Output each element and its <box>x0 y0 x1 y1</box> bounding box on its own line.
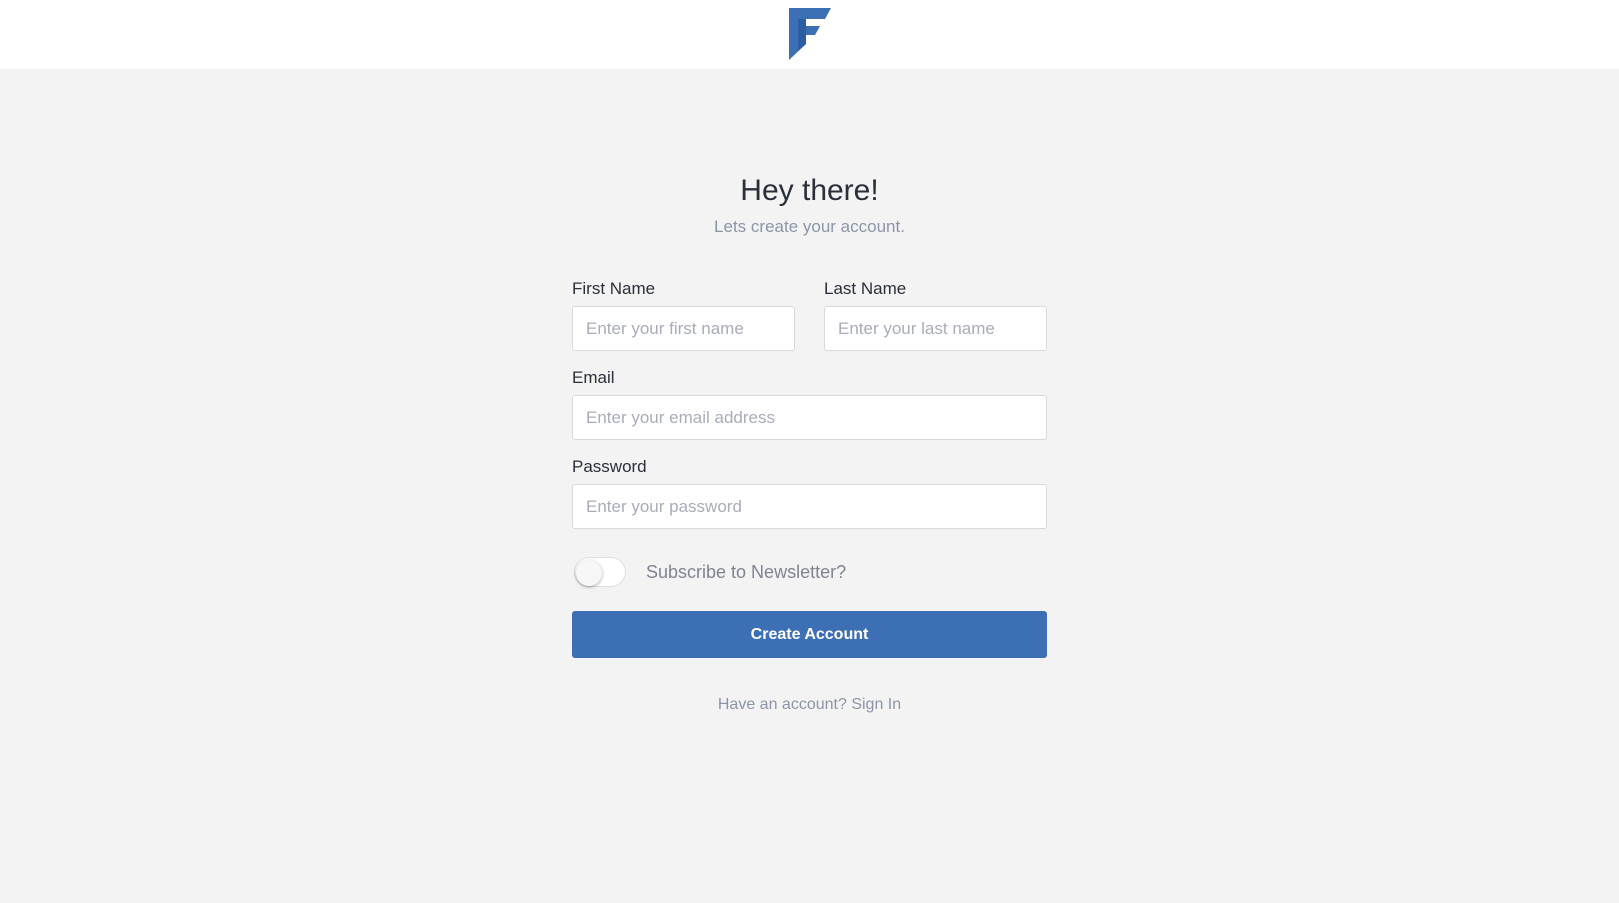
newsletter-row: Subscribe to Newsletter? <box>572 555 1047 589</box>
last-name-group: Last Name <box>824 278 1047 351</box>
toggle-knob <box>576 560 602 586</box>
sign-in-prompt: Have an account? Sign In <box>572 696 1047 714</box>
top-bar <box>0 0 1619 69</box>
last-name-input[interactable] <box>824 306 1047 351</box>
email-input[interactable] <box>572 395 1047 440</box>
page-title: Hey there! <box>740 174 879 207</box>
signup-form: First Name Last Name Email Password Subs… <box>572 278 1047 714</box>
sign-in-link[interactable]: Sign In <box>851 696 901 713</box>
create-account-button[interactable]: Create Account <box>572 611 1047 658</box>
brand-logo-icon[interactable] <box>789 8 831 60</box>
have-account-text: Have an account? <box>717 696 847 713</box>
password-label: Password <box>572 457 647 476</box>
password-input[interactable] <box>572 484 1047 529</box>
first-name-group: First Name <box>572 278 795 351</box>
newsletter-toggle[interactable] <box>574 557 626 587</box>
first-name-label: First Name <box>572 279 656 298</box>
email-label: Email <box>572 368 615 387</box>
name-row: First Name Last Name <box>572 278 1047 351</box>
newsletter-label: Subscribe to Newsletter? <box>646 561 847 582</box>
email-group: Email <box>572 367 1047 440</box>
password-group: Password <box>572 456 1047 529</box>
signup-panel: Hey there! Lets create your account. Fir… <box>572 170 1047 713</box>
first-name-input[interactable] <box>572 306 795 351</box>
last-name-label: Last Name <box>824 279 907 298</box>
page-subtitle: Lets create your account. <box>714 217 905 236</box>
